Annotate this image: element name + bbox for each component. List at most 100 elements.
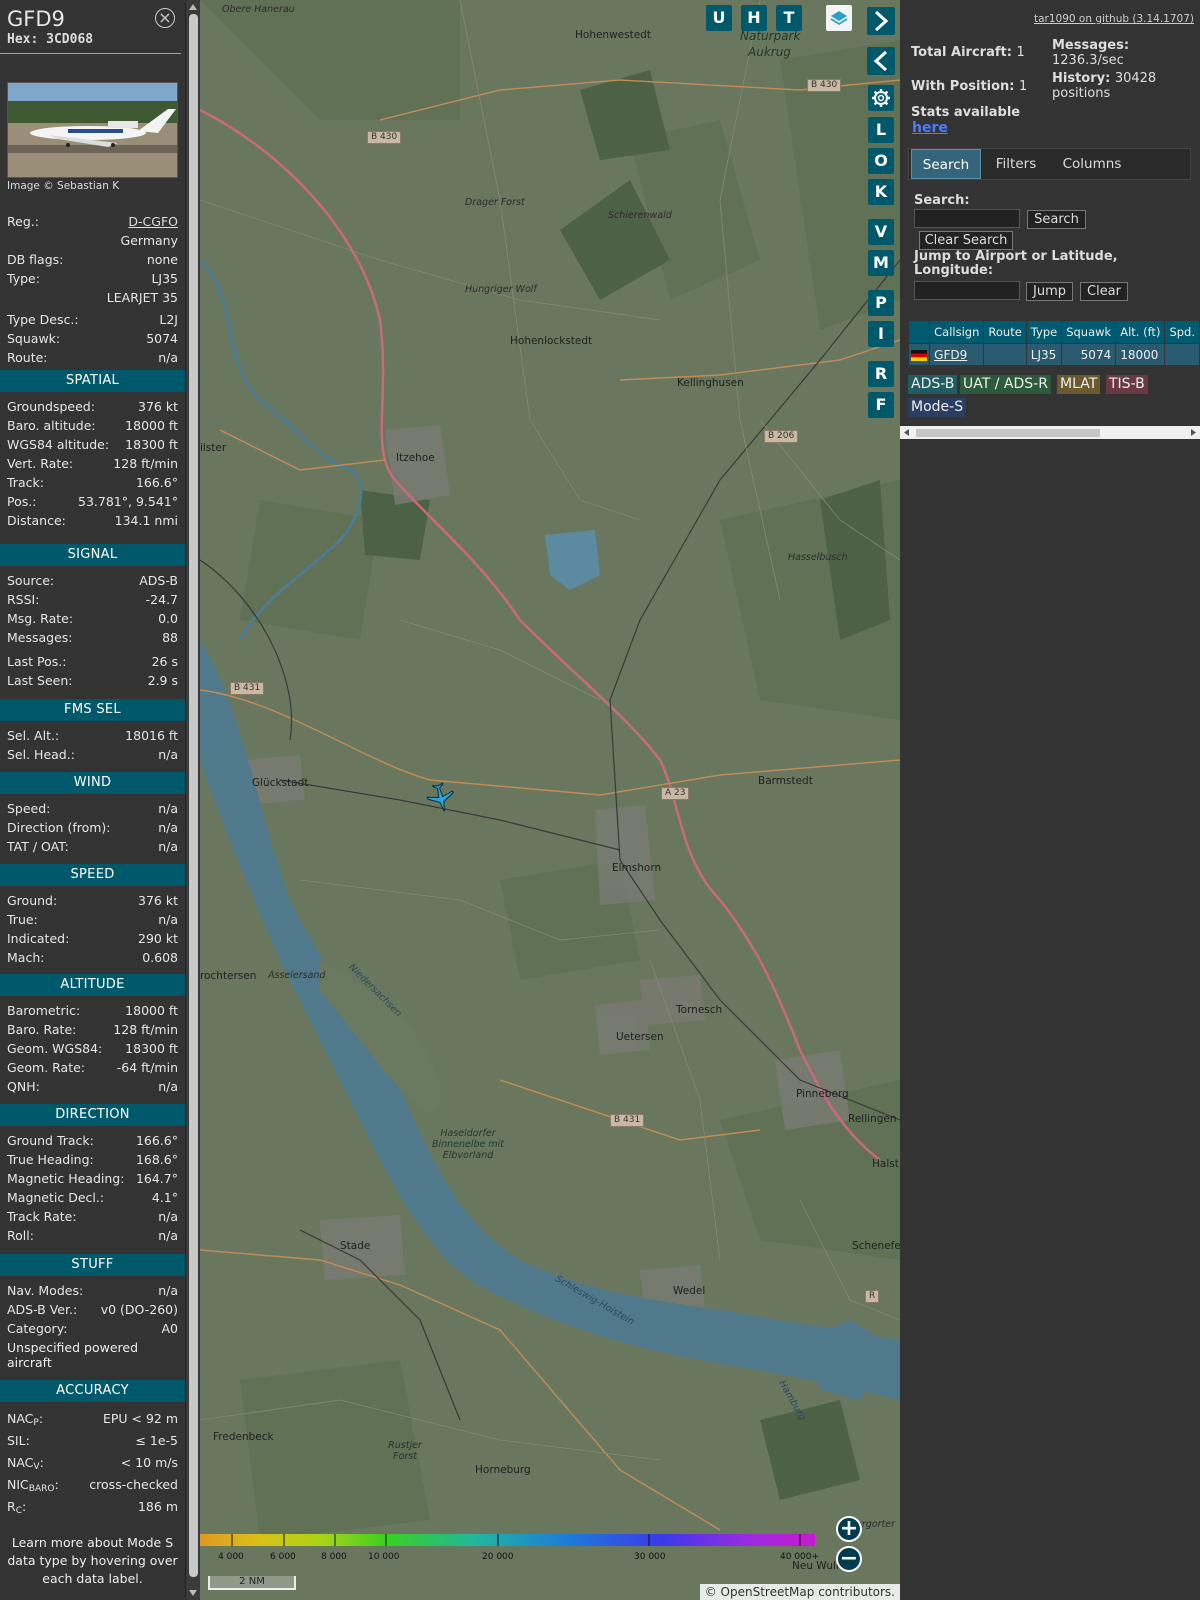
cell-type: LJ35 xyxy=(1025,343,1063,366)
info-label: Indicated: xyxy=(7,931,70,946)
info-row: Ground: 376 kt xyxy=(0,891,185,910)
section-direction: DIRECTION Ground Track: 166.6° True Heading… xyxy=(0,1104,185,1245)
tab-search[interactable]: Search xyxy=(911,149,981,179)
rc-label-text: R xyxy=(7,1499,16,1514)
cell-callsign[interactable]: GFD9 xyxy=(929,343,985,366)
version-link[interactable]: tar1090 on github (3.14.1707) xyxy=(1034,13,1194,25)
info-value: -24.7 xyxy=(145,592,178,607)
table-row[interactable]: GFD9 LJ35 5074 18000 xyxy=(907,343,1200,366)
source-tisb-badge[interactable]: TIS-B xyxy=(1106,375,1148,394)
toggle-u-button[interactable]: U xyxy=(706,5,732,31)
scale-line: 2 NM xyxy=(208,1576,296,1590)
layers-icon xyxy=(830,11,848,26)
nacv-label: NACV: xyxy=(7,1455,44,1472)
place-drager-forst: Drager Forst xyxy=(465,197,525,208)
info-row: Msg. Rate: 0.0 xyxy=(0,609,185,628)
toggle-i-button[interactable]: I xyxy=(868,321,894,347)
tab-filters[interactable]: Filters xyxy=(987,149,1045,179)
info-label: Roll: xyxy=(7,1228,34,1243)
section-speed: SPEED Ground: 376 kt True: n/a Indicated: 290 … xyxy=(0,864,185,967)
toggle-h-button[interactable]: H xyxy=(741,5,767,31)
jump-input[interactable] xyxy=(914,281,1020,300)
section-wind: WIND Speed: n/a Direction (from): n/a TAT / O… xyxy=(0,772,185,856)
info-value: 2.9 s xyxy=(147,673,178,688)
expand-sidebar-button[interactable] xyxy=(867,7,895,35)
info-value: 168.6° xyxy=(135,1152,178,1167)
scroll-up-icon[interactable] xyxy=(189,4,197,10)
source-mlat-badge[interactable]: MLAT xyxy=(1057,375,1101,394)
col-route[interactable]: Route xyxy=(983,320,1027,344)
place-asselersand: Asselersand xyxy=(268,970,326,981)
settings-button[interactable] xyxy=(868,85,894,111)
info-row: RSSI: -24.7 xyxy=(0,590,185,609)
info-value: 166.6° xyxy=(135,475,178,490)
photo-credit: Image © Sebastian K xyxy=(7,180,120,192)
toggle-l-button[interactable]: L xyxy=(868,117,894,143)
withpos-label: With Position: xyxy=(911,79,1015,94)
info-label: TAT / OAT: xyxy=(7,839,69,854)
info-row: Pos.: 53.781°, 9.541° xyxy=(0,492,185,511)
col-type[interactable]: Type xyxy=(1025,320,1063,344)
toggle-p-button[interactable]: P xyxy=(868,290,894,316)
altitude-tick: 10 000 xyxy=(368,1552,400,1562)
toggle-v-button[interactable]: V xyxy=(868,219,894,245)
layers-button[interactable] xyxy=(826,5,852,31)
place-barmstedt: Barmstedt xyxy=(758,775,813,787)
source-modes-badge[interactable]: Mode-S xyxy=(908,398,967,417)
toggle-f-button[interactable]: F xyxy=(868,392,894,418)
place-haseldorfer: Haseldorfer Binnenelbe mit Elbvorland xyxy=(431,1128,505,1161)
toggle-k-button[interactable]: K xyxy=(868,179,894,205)
close-icon[interactable]: × xyxy=(155,8,175,28)
info-label: QNH: xyxy=(7,1079,40,1094)
aircraft-marker-icon[interactable] xyxy=(426,782,456,814)
stats-link[interactable]: here xyxy=(912,120,948,136)
hscroll-thumb[interactable] xyxy=(916,429,1100,437)
jump-button[interactable]: Jump xyxy=(1026,282,1073,301)
info-value: 376 kt xyxy=(138,893,178,908)
search-input[interactable] xyxy=(914,209,1020,228)
info-label: Nav. Modes: xyxy=(7,1283,84,1298)
zoom-in-button[interactable]: + xyxy=(836,1516,862,1542)
toggle-r-button[interactable]: R xyxy=(868,361,894,387)
toggle-o-button[interactable]: O xyxy=(868,148,894,174)
map-view[interactable]: Obere Hanerau Hohenwestedt Naturpark Auk… xyxy=(200,0,900,1600)
scroll-down-icon[interactable] xyxy=(189,1590,197,1596)
info-value: n/a xyxy=(158,1209,178,1224)
selected-callsign: GFD9 xyxy=(7,7,65,31)
category-description: Unspecified powered aircraft xyxy=(7,1340,139,1370)
table-horizontal-scrollbar[interactable] xyxy=(900,426,1200,439)
sidebar-scrollbar[interactable] xyxy=(185,0,200,1600)
info-value: 128 ft/min xyxy=(113,1022,178,1037)
col-speed[interactable]: Spd. xyxy=(1164,320,1200,344)
place-elmshorn: Elmshorn xyxy=(612,862,662,874)
info-row: Messages: 88 xyxy=(0,628,185,647)
aircraft-photo[interactable] xyxy=(7,82,178,178)
toggle-t-button[interactable]: T xyxy=(776,5,802,31)
tab-columns[interactable]: Columns xyxy=(1051,149,1133,179)
cell-route xyxy=(983,343,1027,366)
registration-link[interactable]: D-CGFO xyxy=(128,212,178,231)
scrollbar-thumb[interactable] xyxy=(189,14,198,1577)
road-label: A 23 xyxy=(661,787,690,800)
clear-search-button[interactable]: Clear Search xyxy=(919,231,1013,250)
col-callsign[interactable]: Callsign xyxy=(929,320,985,344)
collapse-sidebar-button[interactable] xyxy=(867,47,895,75)
source-adsb-badge[interactable]: ADS-B xyxy=(908,375,958,394)
toggle-m-button[interactable]: M xyxy=(868,250,894,276)
info-row: Last Seen: 2.9 s xyxy=(0,671,185,690)
source-uat-badge[interactable]: UAT / ADS-R xyxy=(960,375,1051,394)
attribution-suffix: contributors. xyxy=(814,1585,895,1599)
col-squawk[interactable]: Squawk xyxy=(1061,320,1117,344)
search-button[interactable]: Search xyxy=(1027,210,1086,229)
info-value: -64 ft/min xyxy=(116,1060,178,1075)
info-value: 0.608 xyxy=(142,950,178,965)
info-label: Source: xyxy=(7,573,55,588)
attribution-link[interactable]: OpenStreetMap xyxy=(721,1585,815,1599)
info-label: Track Rate: xyxy=(7,1209,77,1224)
altitude-tick: 20 000 xyxy=(482,1552,514,1562)
zoom-out-button[interactable]: − xyxy=(836,1546,862,1572)
col-flag xyxy=(907,320,931,344)
col-altitude[interactable]: Alt. (ft) xyxy=(1115,320,1166,344)
info-value: n/a xyxy=(158,820,178,835)
clear-button[interactable]: Clear xyxy=(1080,282,1128,301)
